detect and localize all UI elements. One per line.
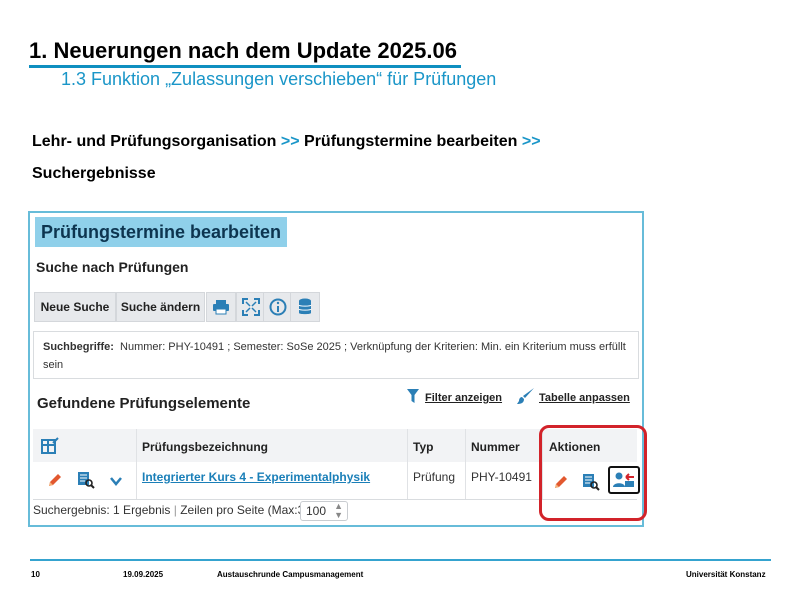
change-search-button[interactable]: Suche ändern [116,292,205,322]
stepper-arrows-icon[interactable]: ▲ ▼ [334,502,343,520]
search-criteria: Suchbegriffe: Nummer: PHY-10491 ; Semest… [43,338,635,374]
column-header-number[interactable]: Nummer [471,440,520,454]
rows-per-page-stepper[interactable]: 100 ▲ ▼ [300,501,348,521]
breadcrumb-separator: >> [521,133,541,150]
new-search-button[interactable]: Neue Suche [34,292,116,322]
slide-subtitle: 1.3 Funktion „Zulassungen verschieben“ f… [61,69,497,89]
footer-organization: Universität Konstanz [686,570,766,579]
breadcrumb-part-1: Lehr- und Prüfungsorganisation [32,133,277,150]
footer-event: Austauschrunde Campusmanagement [217,570,364,579]
actions-highlight [539,425,647,521]
printer-icon [213,300,229,315]
column-header-type[interactable]: Typ [413,440,433,454]
title-underline [29,65,461,68]
info-icon [269,298,287,316]
print-button[interactable] [206,292,236,322]
view-details-icon[interactable] [77,471,95,494]
database-icon [298,298,312,315]
exam-number: PHY-10491 [471,470,532,484]
criteria-label: Suchbegriffe: [43,341,114,353]
footer-date: 19.09.2025 [123,570,164,579]
pager: Suchergebnis: 1 Ergebnis | Zeilen pro Se… [33,503,322,517]
exam-name-link[interactable]: Integrierter Kurs 4 - Experimentalphysik [142,470,370,484]
breadcrumb-part-3: Suchergebnisse [32,165,156,182]
slide-title: 1. Neuerungen nach dem Update 2025.06 [29,38,457,63]
search-heading: Suche nach Prüfungen [36,259,189,275]
rows-per-page-value: 100 [306,504,327,518]
breadcrumb: Lehr- und Prüfungsorganisation >> Prüfun… [32,133,541,151]
chevron-down-icon[interactable] [110,473,122,491]
column-header-name[interactable]: Prüfungsbezeichnung [142,440,268,454]
breadcrumb-part-2: Prüfungstermine bearbeiten [304,133,518,150]
filter-icon [407,389,419,408]
customize-table-link[interactable]: Tabelle anpassen [539,392,630,404]
expand-icon [242,298,260,316]
criteria-text: Nummer: PHY-10491 ; Semester: SoSe 2025 … [43,341,626,371]
footer-page-number: 10 [31,570,40,579]
edit-icon[interactable] [47,472,63,493]
results-heading: Gefundene Prüfungselemente [37,395,251,412]
show-filter-link[interactable]: Filter anzeigen [425,392,502,404]
brush-icon [517,387,535,410]
database-button[interactable] [290,292,320,322]
column-settings-icon[interactable] [41,437,59,460]
footer-divider [30,559,771,561]
breadcrumb-separator: >> [280,133,300,150]
app-page-title: Prüfungstermine bearbeiten [41,222,282,242]
exam-type: Prüfung [413,470,456,484]
info-button[interactable] [263,292,293,322]
result-count: Suchergebnis: 1 Ergebnis [33,503,171,517]
expand-button[interactable] [236,292,266,322]
